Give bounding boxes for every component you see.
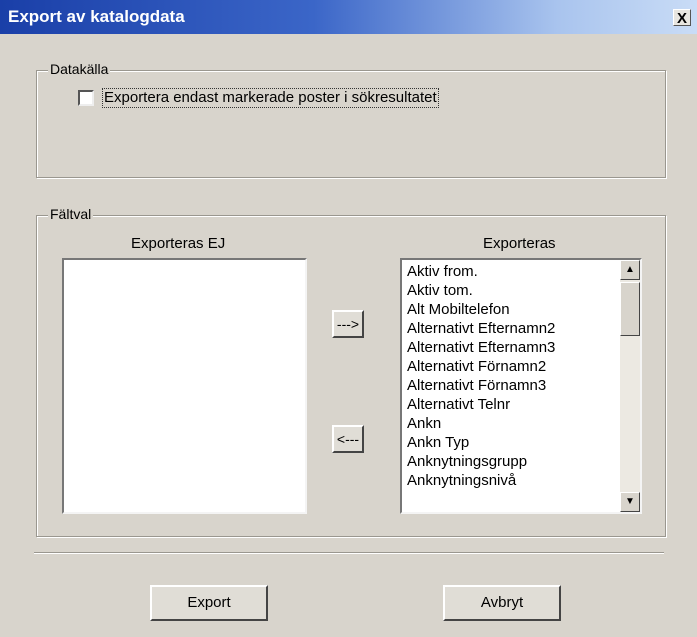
scroll-up-button[interactable]: ▲: [620, 260, 640, 280]
left-list-header: Exporteras EJ: [131, 235, 226, 252]
footer-separator: [34, 552, 664, 554]
list-item[interactable]: Aktiv tom.: [402, 281, 620, 300]
close-button[interactable]: X: [673, 9, 691, 27]
right-list-header: Exporteras: [483, 235, 556, 252]
title-bar: Export av katalogdata X: [0, 0, 697, 34]
cancel-button[interactable]: Avbryt: [443, 585, 561, 621]
list-item[interactable]: Ankn: [402, 414, 620, 433]
list-item[interactable]: Ankn Typ: [402, 433, 620, 452]
list-item[interactable]: Alternativt Efternamn2: [402, 319, 620, 338]
fieldselection-legend: Fältval: [48, 206, 94, 222]
exported-list-scrollbar[interactable]: ▲ ▼: [620, 260, 640, 512]
excluded-fields-list[interactable]: [62, 258, 307, 514]
list-item[interactable]: Alt Mobiltelefon: [402, 300, 620, 319]
list-item[interactable]: Alternativt Efternamn3: [402, 338, 620, 357]
datasource-group: [36, 70, 666, 178]
scroll-down-button[interactable]: ▼: [620, 492, 640, 512]
export-selected-label[interactable]: Exportera endast markerade poster i sökr…: [102, 88, 439, 108]
list-item[interactable]: Alternativt Förnamn2: [402, 357, 620, 376]
list-item[interactable]: Aktiv from.: [402, 262, 620, 281]
exported-fields-list[interactable]: Aktiv from. Aktiv tom. Alt Mobiltelefon Alt…: [400, 258, 642, 514]
export-button[interactable]: Export: [150, 585, 268, 621]
list-item[interactable]: Alternativt Förnamn3: [402, 376, 620, 395]
export-selected-checkbox[interactable]: [78, 90, 94, 106]
list-item[interactable]: Alternativt Telnr: [402, 395, 620, 414]
window-title: Export av katalogdata: [8, 7, 185, 26]
move-right-button[interactable]: --->: [332, 310, 364, 338]
scroll-thumb[interactable]: [620, 282, 640, 336]
list-item[interactable]: Anknytningsnivå: [402, 471, 620, 490]
datasource-legend: Datakälla: [48, 61, 111, 77]
move-left-button[interactable]: <---: [332, 425, 364, 453]
list-item[interactable]: Anknytningsgrupp: [402, 452, 620, 471]
